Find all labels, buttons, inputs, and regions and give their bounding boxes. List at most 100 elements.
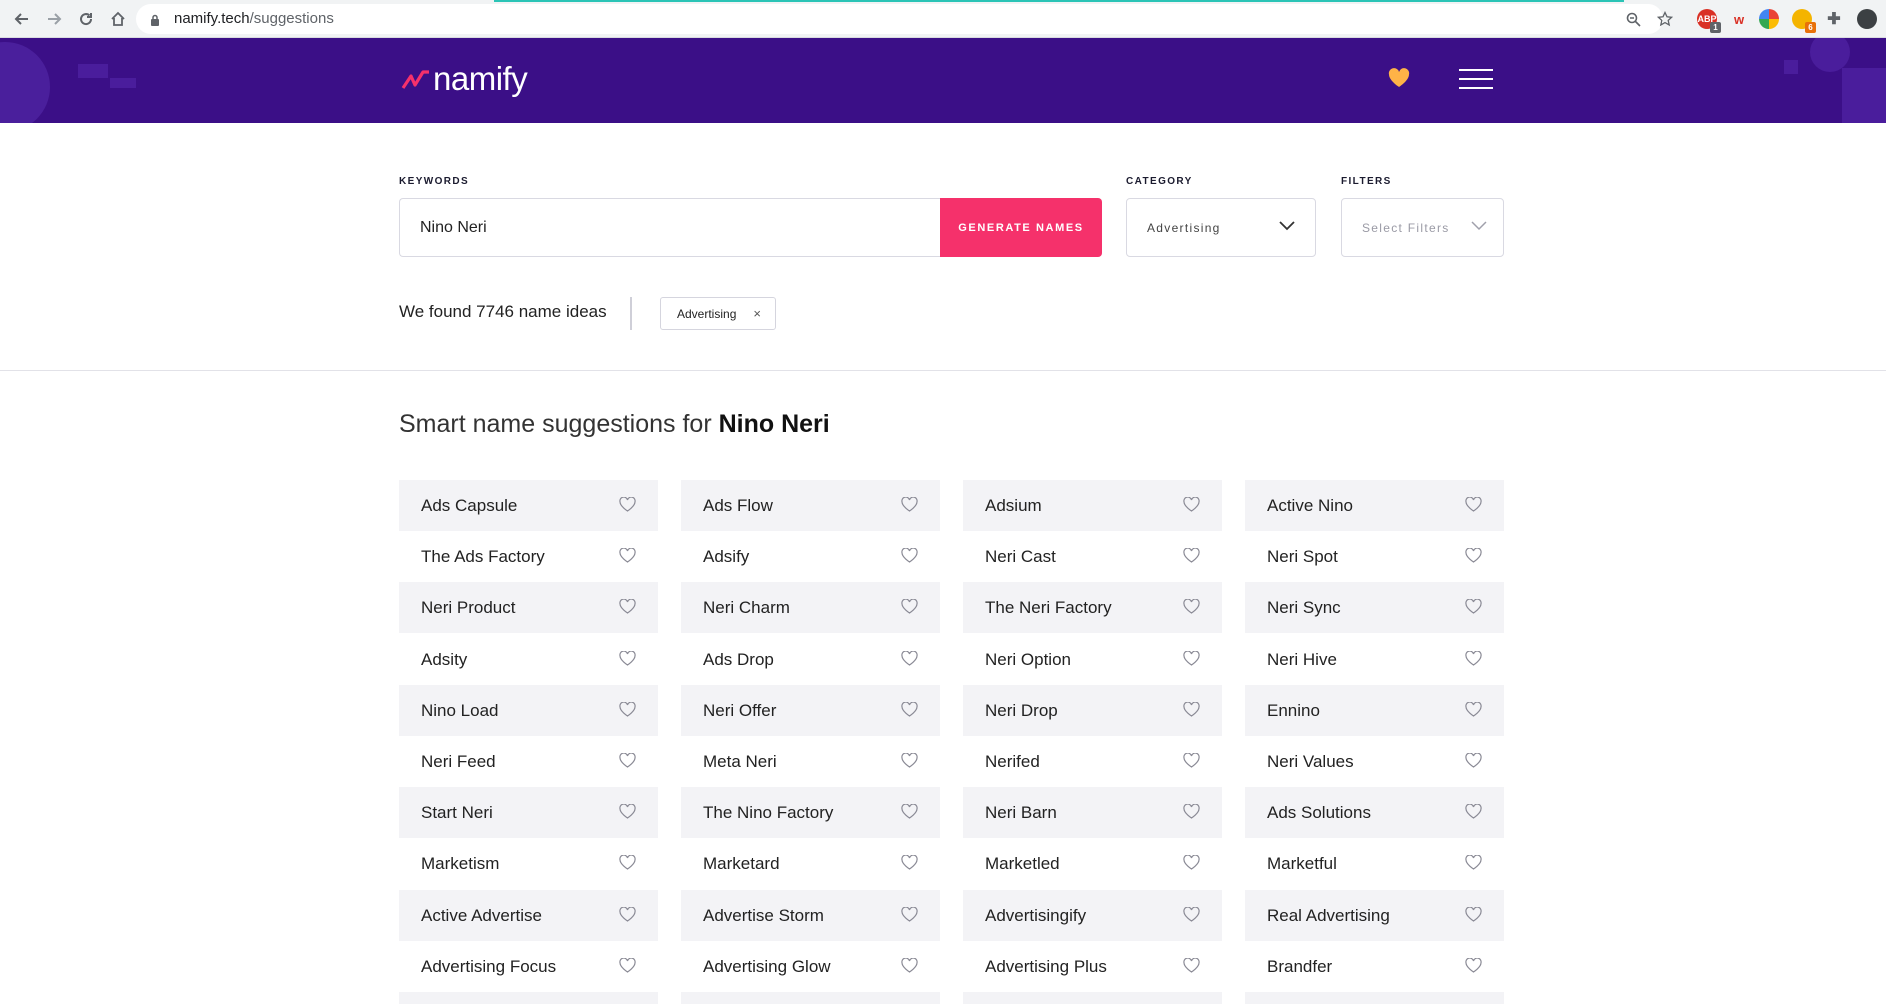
- chip-close-icon[interactable]: ×: [753, 306, 761, 321]
- adblock-extension-icon[interactable]: ABP 1: [1697, 9, 1721, 33]
- category-select[interactable]: Advertising: [1126, 198, 1316, 257]
- profile-avatar[interactable]: [1857, 9, 1877, 29]
- favorite-heart-icon[interactable]: [1183, 701, 1200, 722]
- generate-names-button[interactable]: GENERATE NAMES: [940, 198, 1102, 257]
- favorite-heart-icon[interactable]: [901, 803, 918, 824]
- extension-w-icon[interactable]: w: [1729, 9, 1749, 29]
- favorite-heart-icon[interactable]: [619, 496, 636, 517]
- favorite-heart-icon[interactable]: [1183, 598, 1200, 619]
- name-card[interactable]: [681, 992, 940, 1004]
- name-card[interactable]: Advertising Focus: [399, 941, 658, 992]
- favorite-heart-icon[interactable]: [619, 598, 636, 619]
- favorite-heart-icon[interactable]: [619, 547, 636, 568]
- name-card[interactable]: Neri Feed: [399, 736, 658, 787]
- favorite-heart-icon[interactable]: [1465, 957, 1482, 978]
- name-card[interactable]: Marketism: [399, 838, 658, 889]
- favorite-heart-icon[interactable]: [619, 957, 636, 978]
- name-card[interactable]: The Ads Factory: [399, 531, 658, 582]
- favorite-heart-icon[interactable]: [1183, 957, 1200, 978]
- name-card[interactable]: Meta Neri: [681, 736, 940, 787]
- favorite-heart-icon[interactable]: [901, 854, 918, 875]
- favorite-heart-icon[interactable]: [901, 957, 918, 978]
- favorite-heart-icon[interactable]: [619, 854, 636, 875]
- favorite-heart-icon[interactable]: [1465, 803, 1482, 824]
- name-card[interactable]: Neri Charm: [681, 582, 940, 633]
- favorite-heart-icon[interactable]: [1465, 906, 1482, 927]
- favorite-heart-icon[interactable]: [901, 650, 918, 671]
- name-card[interactable]: Advertise Storm: [681, 890, 940, 941]
- name-card[interactable]: Neri Cast: [963, 531, 1222, 582]
- favorite-heart-icon[interactable]: [1183, 803, 1200, 824]
- favorite-heart-icon[interactable]: [1183, 496, 1200, 517]
- reload-icon[interactable]: [74, 7, 98, 31]
- favorite-heart-icon[interactable]: [619, 701, 636, 722]
- name-card[interactable]: Neri Drop: [963, 685, 1222, 736]
- name-card[interactable]: Neri Spot: [1245, 531, 1504, 582]
- home-icon[interactable]: [106, 7, 130, 31]
- name-card[interactable]: [963, 992, 1222, 1004]
- name-card[interactable]: Marketful: [1245, 838, 1504, 889]
- favorite-heart-icon[interactable]: [1465, 598, 1482, 619]
- favorite-heart-icon[interactable]: [901, 547, 918, 568]
- name-card[interactable]: Neri Hive: [1245, 634, 1504, 685]
- favorite-heart-icon[interactable]: [1183, 547, 1200, 568]
- name-card[interactable]: Adsify: [681, 531, 940, 582]
- favorite-heart-icon[interactable]: [1465, 752, 1482, 773]
- name-card[interactable]: Neri Values: [1245, 736, 1504, 787]
- favorite-heart-icon[interactable]: [1465, 650, 1482, 671]
- name-card[interactable]: [1245, 992, 1504, 1004]
- name-card[interactable]: Neri Option: [963, 634, 1222, 685]
- name-card[interactable]: Active Advertise: [399, 890, 658, 941]
- favorites-heart-icon[interactable]: [1388, 68, 1410, 92]
- name-card[interactable]: Ads Solutions: [1245, 787, 1504, 838]
- favorite-heart-icon[interactable]: [901, 752, 918, 773]
- favorite-heart-icon[interactable]: [619, 803, 636, 824]
- favorite-heart-icon[interactable]: [1465, 496, 1482, 517]
- name-card[interactable]: The Nino Factory: [681, 787, 940, 838]
- favorite-heart-icon[interactable]: [901, 496, 918, 517]
- favorite-heart-icon[interactable]: [619, 752, 636, 773]
- name-card[interactable]: Ads Capsule: [399, 480, 658, 531]
- menu-hamburger-icon[interactable]: [1459, 69, 1493, 91]
- favorite-heart-icon[interactable]: [1465, 701, 1482, 722]
- back-icon[interactable]: [10, 7, 34, 31]
- color-picker-extension-icon[interactable]: [1759, 9, 1779, 29]
- favorite-heart-icon[interactable]: [1183, 906, 1200, 927]
- name-card[interactable]: Neri Sync: [1245, 582, 1504, 633]
- name-card[interactable]: Advertising Plus: [963, 941, 1222, 992]
- name-card[interactable]: Marketled: [963, 838, 1222, 889]
- namify-logo[interactable]: namify: [401, 60, 528, 98]
- name-card[interactable]: Ads Drop: [681, 634, 940, 685]
- name-card[interactable]: Neri Barn: [963, 787, 1222, 838]
- name-card[interactable]: Advertising Glow: [681, 941, 940, 992]
- keywords-input[interactable]: Nino Neri: [399, 198, 941, 257]
- favorite-heart-icon[interactable]: [901, 598, 918, 619]
- favorite-heart-icon[interactable]: [1183, 854, 1200, 875]
- forward-icon[interactable]: [42, 7, 66, 31]
- favorite-heart-icon[interactable]: [619, 650, 636, 671]
- extensions-puzzle-icon[interactable]: ✚: [1824, 9, 1844, 29]
- name-card[interactable]: Real Advertising: [1245, 890, 1504, 941]
- name-card[interactable]: Nerifed: [963, 736, 1222, 787]
- name-card[interactable]: Adsity: [399, 634, 658, 685]
- name-card[interactable]: Nino Load: [399, 685, 658, 736]
- filters-select[interactable]: Select Filters: [1341, 198, 1504, 257]
- favorite-heart-icon[interactable]: [619, 906, 636, 927]
- name-card[interactable]: [399, 992, 658, 1004]
- favorite-heart-icon[interactable]: [1183, 752, 1200, 773]
- name-card[interactable]: Start Neri: [399, 787, 658, 838]
- bookmark-star-icon[interactable]: [1655, 9, 1675, 29]
- name-card[interactable]: Adsium: [963, 480, 1222, 531]
- favorite-heart-icon[interactable]: [1183, 650, 1200, 671]
- name-card[interactable]: Advertisingify: [963, 890, 1222, 941]
- address-bar[interactable]: namify.tech/suggestions: [136, 4, 1673, 34]
- name-card[interactable]: Neri Offer: [681, 685, 940, 736]
- name-card[interactable]: Brandfer: [1245, 941, 1504, 992]
- name-card[interactable]: Neri Product: [399, 582, 658, 633]
- favorite-heart-icon[interactable]: [1465, 854, 1482, 875]
- active-category-chip[interactable]: Advertising ×: [660, 297, 776, 330]
- zoom-icon[interactable]: [1623, 9, 1643, 29]
- favorite-heart-icon[interactable]: [1465, 547, 1482, 568]
- name-card[interactable]: The Neri Factory: [963, 582, 1222, 633]
- favorite-heart-icon[interactable]: [901, 906, 918, 927]
